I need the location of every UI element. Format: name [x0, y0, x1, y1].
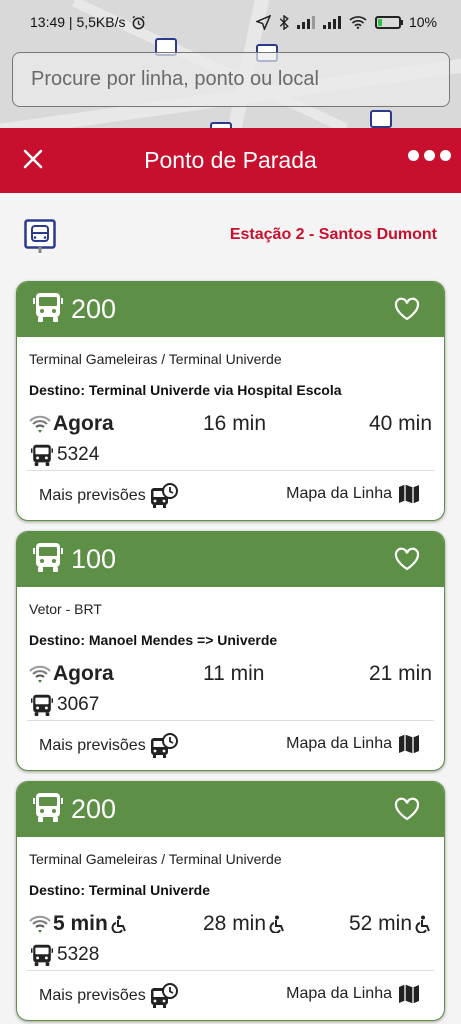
- time-value: 11 min: [203, 662, 265, 685]
- more-predictions-label: Mais previsões: [39, 487, 146, 504]
- card-actions: Mais previsões Mapa da Linha: [17, 471, 444, 520]
- line-card[interactable]: 200 Terminal Gameleiras / Terminal Unive…: [16, 781, 445, 1021]
- favorite-heart-icon[interactable]: [394, 547, 420, 571]
- line-number: 200: [71, 794, 117, 824]
- bus-icon: [33, 541, 63, 578]
- arrival-time-next: 5 min: [29, 912, 128, 936]
- search-bar[interactable]: [12, 52, 450, 107]
- arrival-time-next: Agora: [29, 412, 114, 436]
- arrival-time-third: 21 min: [369, 662, 432, 686]
- bus-icon: [31, 443, 53, 467]
- line-card[interactable]: 100 Vetor - BRT Destino: Manoel Mendes =…: [16, 531, 445, 771]
- page-title: Ponto de Parada: [144, 147, 317, 173]
- bus-clock-icon: [150, 983, 178, 1008]
- line-map-button[interactable]: Mapa da Linha: [286, 733, 420, 755]
- time-value: 5 min: [53, 912, 108, 935]
- vehicle-info: 3067: [31, 692, 444, 718]
- bus-stop-icon: [24, 219, 56, 253]
- arrival-time-third: 40 min: [369, 412, 432, 436]
- vehicle-info: 5328: [31, 942, 444, 968]
- line-number: 200: [71, 294, 117, 324]
- stop-name: Estação 2 - Santos Dumont: [229, 226, 437, 243]
- location-arrow-icon: [255, 14, 271, 30]
- arrival-times: 5 min 28 min 52 min: [17, 910, 444, 942]
- time-value: Agora: [53, 662, 114, 685]
- map-icon: [399, 734, 419, 754]
- time-value: 28 min: [203, 912, 267, 935]
- arrival-time-second: 28 min: [203, 912, 286, 936]
- line-map-button[interactable]: Mapa da Linha: [286, 983, 420, 1005]
- card-actions: Mais previsões Mapa da Linha: [17, 971, 444, 1020]
- more-options-icon[interactable]: [408, 150, 451, 161]
- time-value: Agora: [53, 412, 114, 435]
- realtime-signal-icon: [29, 415, 51, 433]
- stop-info: Estação 2 - Santos Dumont: [0, 193, 461, 281]
- favorite-heart-icon[interactable]: [394, 297, 420, 321]
- arrival-time-second: 11 min: [203, 662, 264, 686]
- arrival-times: Agora 16 min 40 min: [17, 410, 444, 442]
- realtime-signal-icon: [29, 665, 51, 683]
- signal-icon: [296, 15, 315, 29]
- more-predictions-label: Mais previsões: [39, 987, 146, 1004]
- route-name: Terminal Gameleiras / Terminal Univerde: [29, 351, 282, 367]
- route-name: Terminal Gameleiras / Terminal Univerde: [29, 851, 282, 867]
- more-predictions-label: Mais previsões: [39, 737, 146, 754]
- search-input[interactable]: [31, 68, 431, 91]
- bus-clock-icon: [150, 483, 178, 508]
- vehicle-number: 5324: [57, 444, 100, 465]
- arrival-time-second: 16 min: [203, 412, 266, 436]
- time-value: 21 min: [368, 662, 432, 685]
- alarm-icon: [132, 15, 146, 29]
- bus-icon: [33, 291, 63, 328]
- more-predictions-button[interactable]: Mais previsões: [39, 733, 178, 759]
- time-value: 52 min: [348, 912, 412, 935]
- bus-icon: [33, 791, 63, 828]
- wifi-icon: [349, 16, 367, 29]
- map-stop-marker[interactable]: [370, 110, 392, 128]
- stop-details-panel[interactable]: Estação 2 - Santos Dumont 200 Terminal G…: [0, 193, 461, 1024]
- line-header[interactable]: 200: [17, 282, 444, 337]
- status-bar: 13:49 | 5,5KB/s 10%: [0, 0, 461, 44]
- line-number: 100: [71, 544, 117, 574]
- bluetooth-icon: [279, 14, 289, 30]
- arrival-times: Agora 11 min 21 min: [17, 660, 444, 692]
- wheelchair-icon: [415, 915, 430, 933]
- card-actions: Mais previsões Mapa da Linha: [17, 721, 444, 770]
- map-icon: [399, 984, 419, 1004]
- destination: Destino: Terminal Univerde: [29, 882, 211, 898]
- map-icon: [399, 484, 419, 504]
- line-map-label: Mapa da Linha: [286, 485, 392, 502]
- line-map-button[interactable]: Mapa da Linha: [286, 483, 420, 505]
- line-header[interactable]: 200: [17, 782, 444, 837]
- bus-icon: [31, 943, 53, 967]
- bus-icon: [31, 693, 53, 717]
- signal-icon: [322, 15, 341, 29]
- bus-clock-icon: [150, 733, 178, 758]
- line-map-label: Mapa da Linha: [286, 735, 392, 752]
- more-predictions-button[interactable]: Mais previsões: [39, 983, 178, 1009]
- wheelchair-icon: [111, 915, 126, 933]
- close-icon[interactable]: [18, 144, 48, 174]
- line-map-label: Mapa da Linha: [286, 985, 392, 1002]
- realtime-signal-icon: [29, 915, 51, 933]
- vehicle-number: 3067: [57, 694, 100, 715]
- destination: Destino: Manoel Mendes => Univerde: [29, 632, 278, 648]
- time-value: 16 min: [203, 412, 267, 435]
- more-predictions-button[interactable]: Mais previsões: [39, 483, 178, 509]
- vehicle-number: 5328: [57, 944, 100, 965]
- destination: Destino: Terminal Univerde via Hospital …: [29, 382, 342, 398]
- line-header[interactable]: 100: [17, 532, 444, 587]
- arrival-time-next: Agora: [29, 662, 114, 686]
- wheelchair-icon: [269, 915, 284, 933]
- route-name: Vetor - BRT: [29, 601, 102, 617]
- battery-level: 10%: [408, 14, 437, 30]
- battery-icon: [374, 15, 403, 29]
- time-value: 40 min: [368, 412, 432, 435]
- status-time: 13:49 | 5,5KB/s: [30, 14, 126, 30]
- arrival-time-third: 52 min: [349, 912, 432, 936]
- vehicle-info: 5324: [31, 442, 444, 468]
- line-card[interactable]: 200 Terminal Gameleiras / Terminal Unive…: [16, 281, 445, 521]
- top-app-bar: Ponto de Parada: [0, 128, 461, 193]
- favorite-heart-icon[interactable]: [394, 797, 420, 821]
